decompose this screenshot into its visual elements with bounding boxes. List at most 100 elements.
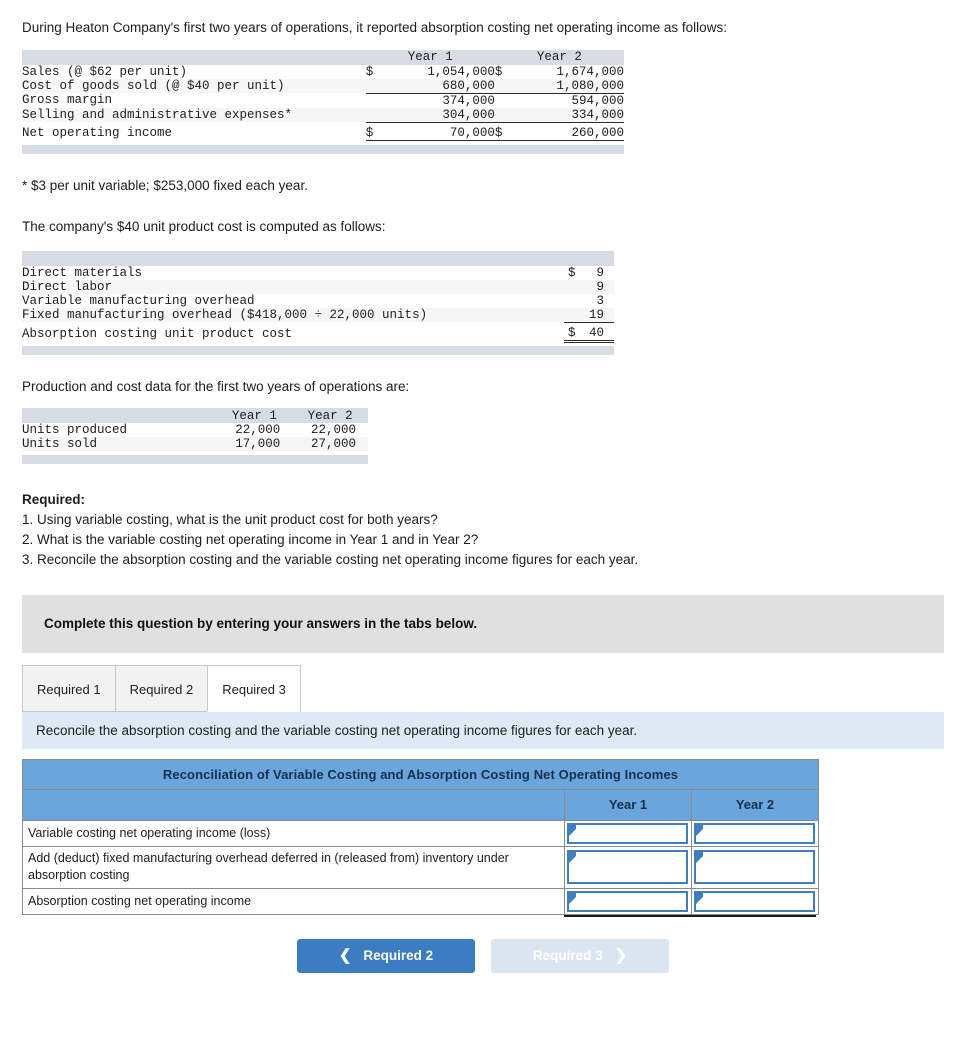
reconciliation-year1-cell[interactable] — [564, 845, 692, 889]
next-required-button[interactable]: Required 3 ❯ — [491, 938, 669, 973]
reconciliation-header-year2: Year 2 — [690, 788, 820, 821]
table-row: Units sold 17,000 27,000 — [22, 437, 368, 452]
variable-costing-income-year1-input[interactable] — [567, 822, 688, 844]
unitcost-row-value: 3 — [596, 293, 604, 308]
income-row-y2-value: 260,000 — [509, 126, 624, 142]
reconciliation-table-wrapper: Reconciliation of Variable Costing and A… — [21, 758, 820, 917]
absorption-costing-income-year2-input[interactable] — [694, 890, 816, 912]
table-row: Variable manufacturing overhead 3 — [22, 293, 614, 308]
units-header-blank — [22, 408, 217, 424]
units-row-y2-value: 22,000 — [310, 423, 356, 438]
table-row: Selling and administrative expenses* 304… — [22, 107, 624, 123]
income-header-blank — [22, 49, 366, 65]
tab-required-3[interactable]: Required 3 — [207, 664, 301, 712]
income-table-header-row: Year 1 Year 2 — [22, 49, 624, 65]
required-block: Required: 1. Using variable costing, wha… — [22, 490, 966, 570]
income-row-y1-value: 1,054,000 — [427, 64, 495, 79]
units-header-year1: Year 1 — [216, 408, 293, 424]
reconciliation-column-header-row: Year 1 Year 2 — [22, 788, 820, 821]
table-row: Sales (@ $62 per unit) $ 1,054,000 $ 1,6… — [22, 64, 624, 79]
prev-required-button[interactable]: ❮ Required 2 — [297, 938, 475, 973]
reconciliation-total-rule — [564, 914, 816, 917]
intro-paragraph: During Heaton Company's first two years … — [22, 20, 727, 35]
cell-marker-icon — [569, 852, 576, 864]
income-row-y1-value: 70,000 — [380, 126, 495, 142]
income-row-y2-value: 1,080,000 — [509, 78, 624, 94]
fixed-overhead-deferred-year2-input[interactable] — [694, 850, 816, 885]
unitcost-row-label: Absorption costing unit product cost — [22, 326, 293, 341]
variable-costing-income-year2-input[interactable] — [694, 822, 816, 844]
fixed-overhead-deferred-year1-input[interactable] — [567, 850, 688, 885]
cell-marker-icon — [696, 852, 703, 864]
income-table-body: Year 1 Year 2 Sales (@ $62 per unit) $ 1… — [22, 49, 624, 154]
table-row: Fixed manufacturing overhead ($418,000 ÷… — [22, 307, 614, 323]
chevron-right-icon: ❯ — [614, 947, 628, 965]
unitcost-row-value: 9 — [596, 265, 604, 280]
units-header-year2: Year 2 — [292, 408, 368, 424]
banner-text: Complete this question by entering your … — [44, 616, 478, 632]
unitcost-row-label: Direct materials — [22, 265, 143, 280]
units-row-y1-value: 22,000 — [235, 423, 281, 438]
footnote-text: * $3 per unit variable; $253,000 fixed e… — [22, 177, 308, 193]
cell-marker-icon — [569, 824, 576, 836]
reconciliation-table: Reconciliation of Variable Costing and A… — [21, 758, 820, 915]
income-header-year1: Year 1 — [365, 49, 495, 65]
income-row-label: Cost of goods sold (@ $40 per unit) — [22, 78, 285, 93]
unitcost-row-currency — [564, 280, 579, 294]
units-row-y2-value: 27,000 — [310, 437, 356, 452]
reconciliation-year2-cell[interactable] — [690, 819, 820, 847]
reconciliation-row-label: Absorption costing net operating income — [22, 887, 565, 915]
table-row: Cost of goods sold (@ $40 per unit) 680,… — [22, 78, 624, 94]
reconciliation-title-row: Reconciliation of Variable Costing and A… — [21, 758, 820, 790]
question-page: During Heaton Company's first two years … — [0, 18, 966, 1005]
table-row: Absorption costing unit product cost $ 4… — [22, 326, 614, 344]
chevron-left-icon: ❮ — [338, 947, 352, 965]
cell-marker-icon — [696, 824, 703, 836]
unitcost-row-currency: $ — [567, 265, 576, 280]
unitcost-table-footer-band — [22, 345, 614, 355]
tab-required-1[interactable]: Required 1 — [22, 664, 116, 712]
income-row-y1-currency: $ — [365, 64, 374, 79]
tab-navigation: ❮ Required 2 Required 3 ❯ — [0, 938, 966, 1005]
reconciliation-header-blank — [22, 788, 565, 821]
income-row-y1-currency: $ — [365, 126, 381, 142]
income-row-y2-currency: $ — [494, 64, 503, 79]
income-row-y1-currency — [365, 78, 381, 94]
income-row-y1-currency — [365, 107, 381, 123]
reconciliation-row-label: Add (deduct) fixed manufacturing overhea… — [22, 845, 565, 889]
absorption-costing-income-year1-input[interactable] — [567, 890, 688, 912]
reconciliation-year1-cell[interactable] — [564, 887, 692, 915]
units-row-y1-value: 17,000 — [235, 437, 281, 452]
income-row-y2-value: 334,000 — [509, 107, 624, 123]
units-table-body: Year 1 Year 2 Units produced 22,000 22,0… — [22, 408, 368, 465]
units-data-table: Year 1 Year 2 Units produced 22,000 22,0… — [22, 408, 368, 465]
income-row-y2-currency — [494, 107, 510, 123]
table-row: Net operating income $ 70,000 $ 260,000 — [22, 126, 624, 142]
reconciliation-year1-cell[interactable] — [564, 819, 692, 847]
unitcost-table-header-band — [22, 250, 614, 266]
unitcost-table-body: Direct materials $ 9 Direct labor 9 Vari… — [22, 250, 614, 355]
required-item-1: 1. Using variable costing, what is the u… — [22, 511, 438, 527]
income-row-y2-currency — [494, 78, 510, 94]
tab-required-2[interactable]: Required 2 — [114, 664, 209, 712]
unit-product-cost-table: Direct materials $ 9 Direct labor 9 Vari… — [22, 250, 614, 355]
cell-marker-icon — [569, 892, 576, 904]
unitcost-row-value: 40 — [578, 326, 614, 344]
table-row: Direct materials $ 9 — [22, 265, 614, 280]
income-row-y1-value: 304,000 — [380, 107, 495, 123]
income-row-label: Net operating income — [22, 126, 173, 141]
reconciliation-row-label: Variable costing net operating income (l… — [22, 819, 565, 847]
complete-question-banner: Complete this question by entering your … — [22, 594, 944, 653]
income-row-y2-currency: $ — [494, 126, 510, 142]
reconciliation-year2-cell[interactable] — [690, 845, 820, 889]
unitcost-row-currency — [563, 307, 579, 323]
required-item-3: 3. Reconcile the absorption costing and … — [22, 552, 639, 568]
table-row: Add (deduct) fixed manufacturing overhea… — [22, 845, 820, 889]
unitcost-row-label: Direct labor — [22, 279, 113, 294]
income-row-label: Selling and administrative expenses* — [22, 107, 293, 122]
income-row-y2-value: 594,000 — [571, 93, 624, 108]
reconciliation-header-year1: Year 1 — [564, 788, 692, 821]
reconciliation-year2-cell[interactable] — [690, 887, 820, 915]
income-row-label: Sales (@ $62 per unit) — [22, 64, 188, 79]
next-required-label: Required 3 — [532, 948, 603, 964]
